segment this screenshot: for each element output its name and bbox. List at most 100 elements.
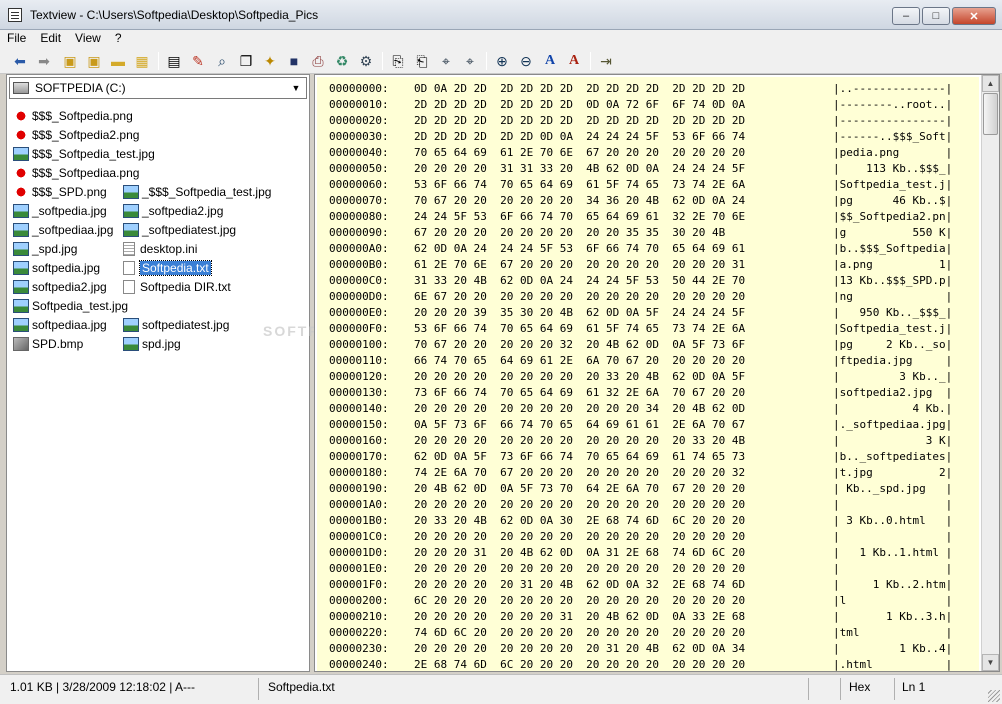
hex-address: 000000D0:: [329, 290, 389, 303]
folder-icon[interactable]: ▬: [108, 51, 128, 71]
toolbar-separator: [590, 52, 591, 70]
hex-content[interactable]: 00000000: 0D 0A 2D 2D 2D 2D 2D 2D 2D 2D 2…: [317, 77, 979, 671]
hex-bytes: 53 6F 66 74 70 65 64 69 61 5F 74 65 73 7…: [414, 322, 746, 335]
file-list-item[interactable]: _softpediaa.jpg: [13, 221, 113, 239]
menu-edit[interactable]: Edit: [33, 30, 68, 48]
find-file-icon[interactable]: ⌕: [212, 51, 232, 71]
print-icon[interactable]: ⎙: [308, 51, 328, 71]
file-list-item[interactable]: $$$_SPD.png: [13, 183, 107, 201]
minimize-button[interactable]: ‒: [892, 7, 920, 25]
vertical-scrollbar[interactable]: ▲ ▼: [981, 75, 999, 671]
hex-address: 000000C0:: [329, 274, 389, 287]
file-list-item[interactable]: desktop.ini: [123, 240, 197, 258]
file-list-item[interactable]: _softpedia2.jpg: [123, 202, 223, 220]
hex-ascii: |l |: [833, 594, 953, 607]
png-file-icon: [13, 128, 29, 142]
file-list-item[interactable]: softpedia.jpg: [13, 259, 100, 277]
file-list-item[interactable]: softpediatest.jpg: [123, 316, 229, 334]
file-list-item[interactable]: _$$$_Softpedia_test.jpg: [123, 183, 271, 201]
hex-ascii: |.html |: [833, 658, 953, 671]
image-file-icon: [13, 318, 29, 332]
image-file-icon: [123, 318, 139, 332]
find-next-icon[interactable]: ⌖: [460, 51, 480, 71]
file-list-item[interactable]: $$$_Softpediaa.png: [13, 164, 139, 182]
scroll-up-button[interactable]: ▲: [982, 75, 999, 92]
image-file-icon: [13, 147, 29, 161]
options-icon[interactable]: ⚙: [356, 51, 376, 71]
file-list-item[interactable]: _softpedia.jpg: [13, 202, 107, 220]
font-size-icon[interactable]: A: [564, 51, 584, 71]
hex-ascii: |tml |: [833, 626, 953, 639]
image-file-icon: [13, 204, 29, 218]
new-file-icon[interactable]: ✦: [260, 51, 280, 71]
zoom-in-icon[interactable]: ⊕: [492, 51, 512, 71]
file-list-item[interactable]: _spd.jpg: [13, 240, 77, 258]
scroll-thumb[interactable]: [983, 93, 998, 135]
image-file-icon: [123, 337, 139, 351]
hex-address: 00000060:: [329, 178, 389, 191]
hex-ascii: | 3 Kb.._|: [833, 370, 953, 383]
chevron-down-icon[interactable]: ▼: [288, 80, 304, 96]
save-icon[interactable]: ■: [284, 51, 304, 71]
paste-icon[interactable]: ⎗: [412, 51, 432, 71]
ini-file-icon: [123, 242, 135, 256]
hex-bytes: 66 74 70 65 64 69 61 2E 6A 70 67 20 20 2…: [414, 354, 746, 367]
edit-icon[interactable]: ✎: [188, 51, 208, 71]
hex-address: 00000110:: [329, 354, 389, 367]
folder-favorite-icon[interactable]: ▦: [132, 51, 152, 71]
textview-app-icon[interactable]: [8, 8, 22, 22]
exit-icon[interactable]: ⇥: [596, 51, 616, 71]
file-name-label: Softpedia.txt: [139, 260, 212, 276]
status-divider: [840, 678, 841, 700]
file-list-item[interactable]: $$$_Softpedia2.png: [13, 126, 139, 144]
menu-view[interactable]: View: [68, 30, 108, 48]
image-file-icon: [13, 280, 29, 294]
file-list-item[interactable]: SPD.bmp: [13, 335, 83, 353]
status-line: Ln 1: [902, 680, 926, 694]
scroll-down-button[interactable]: ▼: [982, 654, 999, 671]
file-name-label: _softpediatest.jpg: [142, 223, 237, 237]
close-button[interactable]: ✕: [952, 7, 996, 25]
file-list-item[interactable]: spd.jpg: [123, 335, 181, 353]
copy-icon[interactable]: ⎘: [388, 51, 408, 71]
file-list-item[interactable]: _softpediatest.jpg: [123, 221, 236, 239]
file-list-item[interactable]: Softpedia.txt: [123, 259, 212, 277]
file-list-item[interactable]: softpediaa.jpg: [13, 316, 107, 334]
file-list-item[interactable]: Softpedia_test.jpg: [13, 297, 128, 315]
menu-help[interactable]: ?: [108, 30, 129, 48]
status-divider: [808, 678, 809, 700]
recycle-icon[interactable]: ♻: [332, 51, 352, 71]
file-list-item[interactable]: softpedia2.jpg: [13, 278, 107, 296]
zoom-out-icon[interactable]: ⊖: [516, 51, 536, 71]
hex-bytes: 20 4B 62 0D 0A 5F 73 70 64 2E 6A 70 67 2…: [414, 482, 746, 495]
find-icon[interactable]: ⌖: [436, 51, 456, 71]
properties-icon[interactable]: ▤: [164, 51, 184, 71]
hex-address: 000001C0:: [329, 530, 389, 543]
file-list-item[interactable]: Softpedia DIR.txt: [123, 278, 231, 296]
file-list-item[interactable]: $$$_Softpedia.png: [13, 107, 133, 125]
file-list-item[interactable]: $$$_Softpedia_test.jpg: [13, 145, 155, 163]
hex-bytes: 2D 2D 2D 2D 2D 2D 2D 2D 2D 2D 2D 2D 2D 2…: [414, 114, 746, 127]
menu-file[interactable]: File: [0, 30, 33, 48]
hex-address: 000001B0:: [329, 514, 389, 527]
hex-address: 00000190:: [329, 482, 389, 495]
copy-file-icon[interactable]: ❐: [236, 51, 256, 71]
drive-select[interactable]: SOFTPEDIA (C:) ▼: [9, 77, 307, 99]
image-file-icon: [13, 261, 29, 275]
hex-ascii: |Softpedia_test.j|: [833, 322, 953, 335]
hex-bytes: 2D 2D 2D 2D 2D 2D 0D 0A 24 24 24 5F 53 6…: [414, 130, 746, 143]
hex-bytes: 74 2E 6A 70 67 20 20 20 20 20 20 20 20 2…: [414, 466, 746, 479]
window-controls: ‒ □ ✕: [890, 7, 996, 25]
status-divider: [258, 678, 259, 700]
file-name-label: $$$_SPD.png: [32, 185, 107, 199]
folder-up-icon[interactable]: ▣: [60, 51, 80, 71]
resize-grip-icon[interactable]: [988, 690, 1000, 702]
back-arrow-icon[interactable]: ⬅: [10, 51, 30, 71]
forward-arrow-icon[interactable]: ➡: [34, 51, 54, 71]
hex-bytes: 6E 67 20 20 20 20 20 20 20 20 20 20 20 2…: [414, 290, 746, 303]
font-icon[interactable]: A: [540, 51, 560, 71]
file-name-label: _softpediaa.jpg: [32, 223, 114, 237]
maximize-button[interactable]: □: [922, 7, 950, 25]
toolbar-separator: [382, 52, 383, 70]
folder-up-alt-icon[interactable]: ▣: [84, 51, 104, 71]
